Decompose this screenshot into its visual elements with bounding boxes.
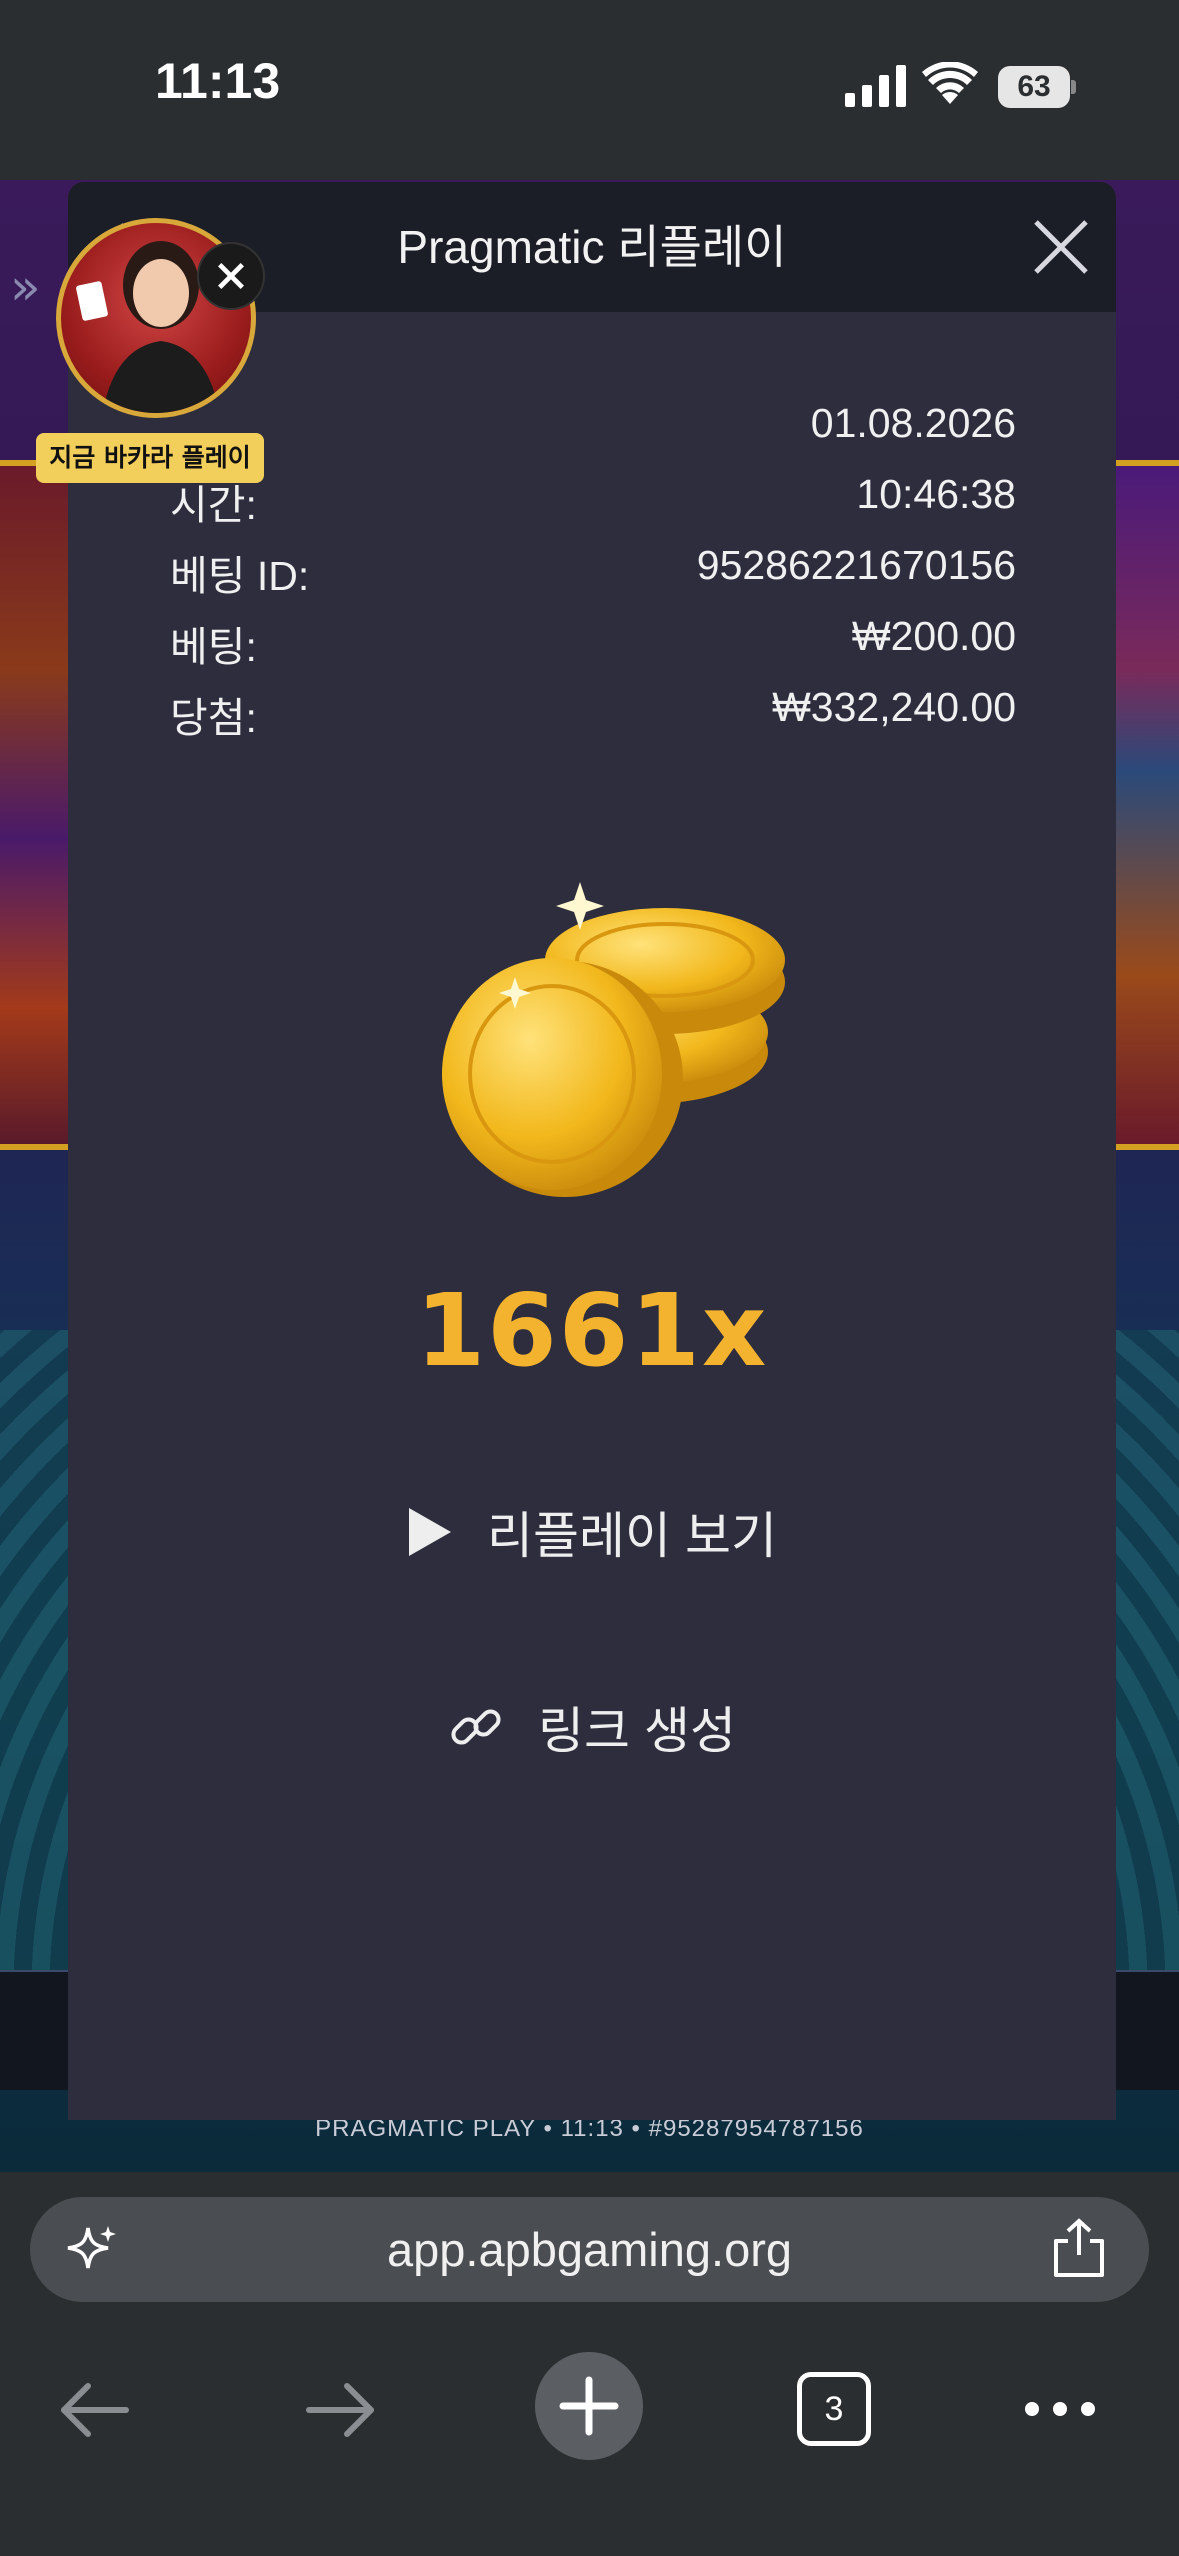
win-multiplier: 1661x <box>415 1272 769 1389</box>
link-icon <box>451 1709 501 1745</box>
info-row-time: 시간: 10:46:38 <box>170 471 1016 542</box>
watch-replay-label: 리플레이 보기 <box>487 1508 777 1564</box>
status-bar: 11:13 63 <box>0 0 1179 180</box>
info-value-date: 01.08.2026 <box>810 400 1016 446</box>
game-footer-text: PRAGMATIC PLAY • 11:13 • #95287954787156 <box>315 2115 864 2142</box>
battery-level: 63 <box>1017 70 1051 103</box>
address-bar[interactable]: app.apbgaming.org <box>30 2197 1149 2302</box>
wifi-icon <box>922 62 978 104</box>
info-value-time: 10:46:38 <box>856 471 1016 517</box>
back-arrow-icon[interactable] <box>58 2380 130 2440</box>
close-icon[interactable] <box>1028 214 1094 280</box>
plus-icon <box>559 2376 619 2436</box>
more-icon[interactable] <box>1023 2394 1097 2424</box>
screen: 11:13 63 PRAGMATIC PLAY • 11:13 • #95287… <box>0 0 1179 2556</box>
info-value-bet-id: 95286221670156 <box>696 542 1016 588</box>
bet-info: 01.08.2026 시간: 10:46:38 베팅 ID: 952862216… <box>170 400 1016 755</box>
info-row-win: 당첨: ₩332,240.00 <box>170 684 1016 755</box>
tabs-button[interactable]: 3 <box>797 2372 871 2446</box>
info-value-bet: ₩200.00 <box>851 613 1016 659</box>
browser-toolbar: app.apbgaming.org 3 <box>0 2172 1179 2556</box>
watch-replay-button[interactable]: 리플레이 보기 <box>68 1492 1116 1572</box>
forward-arrow-icon[interactable] <box>305 2380 377 2440</box>
create-link-label: 링크 생성 <box>538 1703 736 1759</box>
url-text[interactable]: app.apbgaming.org <box>30 2197 1149 2302</box>
gold-coins-icon <box>442 882 785 1197</box>
new-tab-button[interactable] <box>535 2352 643 2460</box>
play-icon <box>409 1508 452 1556</box>
info-row-date: 01.08.2026 <box>170 400 1016 471</box>
info-label-win: 당첨: <box>170 695 257 741</box>
battery-icon: 63 <box>998 66 1076 108</box>
promo-close-icon[interactable] <box>197 242 265 310</box>
info-value-win: ₩332,240.00 <box>772 684 1016 730</box>
promo-label[interactable]: 지금 바카라 플레이 <box>36 433 264 483</box>
slot-reel-left <box>0 460 68 1150</box>
info-label-bet-id: 베팅 ID: <box>170 553 310 599</box>
slot-reel-right <box>1116 460 1179 1150</box>
baccarat-promo-widget[interactable]: 지금 바카라 플레이 <box>36 218 266 488</box>
create-link-button[interactable]: 링크 생성 <box>68 1687 1116 1767</box>
share-icon[interactable] <box>1050 2217 1108 2279</box>
info-row-bet: 베팅: ₩200.00 <box>170 613 1016 684</box>
info-label-bet: 베팅: <box>170 624 257 670</box>
info-row-bet-id: 베팅 ID: 95286221670156 <box>170 542 1016 613</box>
cellular-signal-icon <box>845 65 906 107</box>
status-time: 11:13 <box>155 53 281 109</box>
